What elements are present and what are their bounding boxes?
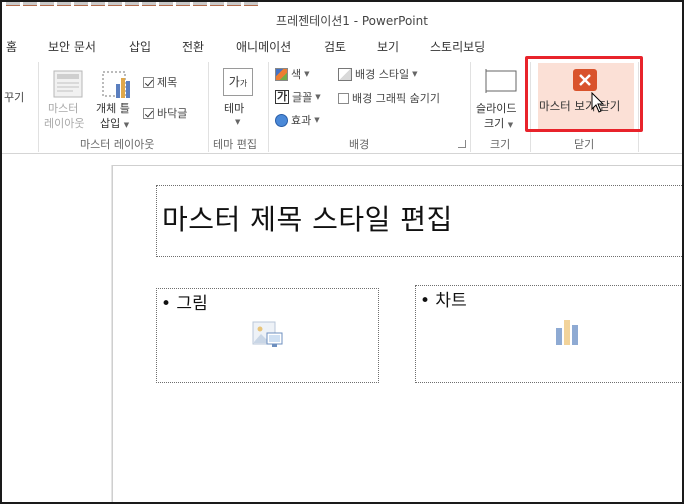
fonts-icon: 가: [275, 90, 289, 104]
master-layout-label-2: 레이아웃: [44, 117, 85, 130]
slide-size-label-1: 슬라이드: [476, 102, 517, 115]
tab-storyboarding[interactable]: 스토리보딩: [430, 38, 485, 55]
close-button-highlight: [525, 56, 643, 132]
background-styles-icon: [338, 67, 352, 81]
tab-review[interactable]: 검토: [324, 38, 346, 55]
insert-placeholder-icon: [102, 71, 130, 98]
background-styles-dropdown[interactable]: 배경 스타일 ▼: [338, 66, 418, 82]
title-checkbox[interactable]: [143, 76, 154, 88]
group-label-edit-theme: 테마 편집: [213, 138, 257, 151]
background-dialog-launcher-icon[interactable]: [458, 140, 466, 148]
colors-dropdown[interactable]: 색 ▼: [275, 66, 310, 82]
picture-placeholder-icon: [252, 321, 283, 347]
footer-checkbox[interactable]: [143, 107, 154, 119]
quick-access-toolbar[interactable]: [2, 2, 302, 6]
tab-animations[interactable]: 애니메이션: [236, 38, 291, 55]
group-label-master-layout: 마스터 레이아웃: [80, 138, 155, 151]
slide-size-label-2: 크기 ▼: [484, 117, 514, 130]
insert-placeholder-button[interactable]: 개체 틀 삽입 ▼: [94, 62, 138, 134]
colors-label: 색: [291, 68, 302, 81]
colors-icon: [275, 67, 288, 81]
fonts-label: 글꼴: [292, 91, 313, 104]
background-styles-label: 배경 스타일: [355, 68, 410, 81]
slide-size-icon: [485, 69, 517, 93]
tab-transitions[interactable]: 전환: [182, 38, 204, 55]
title-checkbox-row[interactable]: 제목: [143, 74, 177, 90]
insert-placeholder-label-2: 삽입 ▼: [100, 117, 130, 130]
hide-background-graphics-row[interactable]: 배경 그래픽 숨기기: [338, 90, 440, 106]
effects-icon: [275, 113, 288, 127]
insert-placeholder-label-1: 개체 틀: [96, 102, 130, 115]
group-label-background: 배경: [349, 138, 370, 151]
group-label-close: 닫기: [574, 138, 595, 151]
group-label-size: 크기: [490, 138, 511, 151]
tab-security[interactable]: 보안 문서: [48, 38, 96, 55]
master-layout-label-1: 마스터: [48, 102, 79, 115]
hide-background-graphics-label: 배경 그래픽 숨기기: [352, 92, 440, 105]
ribbon-tabs: 홈 보안 문서 삽입 전환 애니메이션 검토 보기 스토리보딩: [2, 36, 682, 58]
footer-checkbox-label: 바닥글: [157, 107, 188, 120]
theme-dropdown-caret: ▼: [235, 118, 241, 126]
slide-size-button[interactable]: 슬라이드 크기 ▼: [474, 62, 526, 134]
tab-view[interactable]: 보기: [377, 38, 399, 55]
hide-background-graphics-checkbox[interactable]: [338, 92, 349, 104]
tab-home[interactable]: 홈: [6, 38, 17, 55]
theme-icon: 가가: [223, 68, 253, 96]
window-title: 프레젠테이션1 - PowerPoint: [276, 14, 428, 28]
content-placeholder-chart-text: • 차트: [420, 291, 467, 311]
effects-dropdown[interactable]: 효과 ▼: [275, 112, 320, 128]
title-bar: 프레젠테이션1 - PowerPoint: [2, 2, 682, 34]
powerpoint-window: 프레젠테이션1 - PowerPoint 홈 보안 문서 삽입 전환 애니메이션…: [0, 0, 684, 504]
master-layout-icon: [53, 70, 83, 98]
theme-button[interactable]: 가가 테마 ▼: [214, 62, 262, 134]
fonts-dropdown[interactable]: 가 글꼴 ▼: [275, 89, 321, 105]
chart-placeholder-icon: [556, 320, 578, 345]
theme-label: 테마: [224, 102, 245, 115]
footer-checkbox-row[interactable]: 바닥글: [143, 105, 187, 121]
tab-insert[interactable]: 삽입: [129, 38, 151, 55]
title-placeholder-text: 마스터 제목 스타일 편집: [162, 203, 453, 236]
title-checkbox-label: 제목: [157, 76, 178, 89]
effects-label: 효과: [291, 114, 312, 127]
master-layout-button[interactable]: 마스터 레이아웃: [42, 62, 92, 134]
cut-button-label[interactable]: 꾸기: [4, 90, 24, 105]
content-placeholder-picture-text: • 그림: [161, 294, 208, 314]
